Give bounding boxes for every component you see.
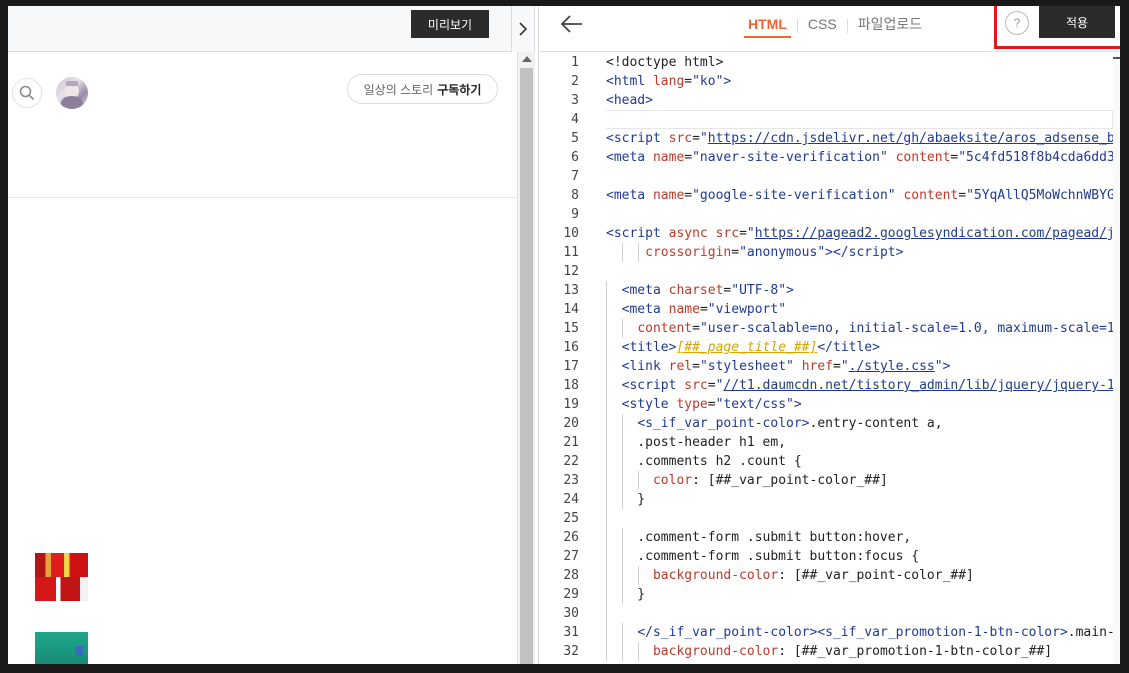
line-number: 24	[563, 492, 579, 507]
subscribe-action-label: 구독하기	[437, 82, 482, 97]
post-thumbnail[interactable]	[35, 553, 88, 601]
code-line: <!doctype html>	[606, 55, 724, 70]
code-line	[606, 509, 1113, 528]
code-line: .post-header h1 em,	[606, 433, 787, 452]
code-line: .comments h2 .count {	[606, 452, 802, 471]
code-line: background-color: [##_var_promotion-1-bt…	[606, 642, 1113, 661]
editor-tabs: HTML CSS 파일업로드	[744, 14, 926, 38]
collapse-preview-button[interactable]	[511, 6, 535, 52]
code-line: <link rel="stylesheet" href="./style.css…	[606, 357, 1113, 376]
line-number: 15	[563, 321, 579, 336]
arrow-left-icon	[560, 15, 582, 33]
line-number: 13	[563, 283, 579, 298]
tab-separator	[796, 19, 798, 33]
code-editor[interactable]: 1 2 3 4 5 6 7 8 9 10 11 12 13 14 15 16 17 18 19 20 21 22 23 24 2…	[539, 53, 1113, 664]
avatar-image	[61, 81, 83, 109]
editor-pane: HTML CSS 파일업로드 ? 적용 1 2 3 4 5 6 7 8 9 10 11 12 13 14 1…	[538, 6, 1120, 664]
code-line: <script src="//t1.daumcdn.net/tistory_ad…	[606, 376, 1113, 395]
search-button[interactable]	[12, 78, 42, 108]
code-line: <meta name="google-site-verification" co…	[606, 188, 1113, 203]
line-number: 11	[563, 245, 579, 260]
preview-toolbar: 미리보기	[8, 6, 517, 52]
line-number: 6	[571, 150, 579, 165]
line-number: 25	[563, 511, 579, 526]
code-line: <head>	[606, 93, 653, 108]
preview-pane: 미리보기 일상의 스토리 구독하기	[8, 6, 517, 664]
code-line: .comment-form .submit button:hover,	[606, 528, 912, 547]
line-number: 22	[563, 454, 579, 469]
line-number: 27	[563, 549, 579, 564]
line-number: 8	[571, 188, 579, 203]
code-line: </s_if_var_point-color><s_if_var_promoti…	[606, 623, 1113, 642]
help-button[interactable]: ?	[1005, 11, 1029, 35]
scrollbar-thumb[interactable]	[520, 68, 533, 664]
line-number: 17	[563, 359, 579, 374]
post-thumbnail[interactable]	[35, 632, 88, 664]
code-line: content="user-scalable=no, initial-scale…	[606, 319, 1113, 338]
code-line: }	[606, 585, 646, 604]
line-number: 7	[571, 169, 579, 184]
line-number: 10	[563, 226, 579, 241]
code-line: <script async src="https://pagead2.googl…	[606, 226, 1113, 241]
line-number: 20	[563, 416, 579, 431]
code-line: <style type="text/css">	[606, 395, 1113, 414]
line-number: 32	[563, 644, 579, 659]
code-line: }	[606, 490, 646, 509]
line-number: 16	[563, 340, 579, 355]
back-button[interactable]	[559, 12, 587, 36]
avatar[interactable]	[56, 77, 88, 109]
subscribe-button[interactable]: 일상의 스토리 구독하기	[347, 74, 498, 104]
code-line: <script src="https://cdn.jsdelivr.net/gh…	[606, 131, 1113, 146]
tab-html[interactable]: HTML	[744, 14, 791, 38]
line-number: 3	[571, 93, 579, 108]
line-number: 2	[571, 74, 579, 89]
code-line: <meta name="naver-site-verification" con…	[606, 150, 1113, 165]
line-number: 5	[571, 131, 579, 146]
subscribe-blog-name: 일상의 스토리	[363, 82, 434, 97]
apply-button[interactable]: 적용	[1039, 6, 1115, 38]
chevron-right-icon	[519, 22, 528, 36]
line-number: 29	[563, 587, 579, 602]
scroll-up-arrow-icon[interactable]	[522, 56, 532, 62]
line-number: 9	[571, 207, 579, 222]
line-number: 19	[563, 397, 579, 412]
app-window: 미리보기 일상의 스토리 구독하기 HTML CSS 파일업로드 ? 적용 1 …	[8, 6, 1120, 664]
editor-scrollbar[interactable]	[1113, 53, 1120, 664]
code-line: color: [##_var_point-color_##]	[606, 471, 1113, 490]
code-lines[interactable]: <!doctype html> <html lang="ko"> <head> …	[606, 53, 1113, 664]
line-number: 4	[571, 112, 579, 127]
preview-scrollbar[interactable]	[517, 52, 535, 664]
line-number: 23	[563, 473, 579, 488]
code-line: <html lang="ko">	[606, 74, 732, 89]
line-number: 1	[571, 55, 579, 70]
line-number: 12	[563, 264, 579, 279]
code-line: .comment-form .submit button:focus {	[606, 547, 920, 566]
code-line	[606, 604, 1113, 623]
line-number: 28	[563, 568, 579, 583]
line-number: 31	[563, 625, 579, 640]
code-line: <s_if_var_point-color>.entry-content a,	[606, 414, 1113, 433]
code-line: <title>[##_page_title_##]</title>	[606, 338, 1113, 357]
line-number-gutter: 1 2 3 4 5 6 7 8 9 10 11 12 13 14 15 16 17 18 19 20 21 22 23 24 2…	[539, 53, 581, 664]
code-line: <meta charset="UTF-8">	[606, 281, 1113, 300]
code-line: crossorigin="anonymous"></script>	[606, 243, 1113, 262]
code-line: <meta name="viewport"	[606, 300, 1113, 319]
line-number: 26	[563, 530, 579, 545]
line-number: 14	[563, 302, 579, 317]
editor-toolbar: HTML CSS 파일업로드 ? 적용	[539, 6, 1120, 52]
code-line-current	[606, 110, 1113, 129]
tab-css[interactable]: CSS	[804, 14, 841, 38]
line-number: 18	[563, 378, 579, 393]
tab-file-upload[interactable]: 파일업로드	[854, 14, 926, 38]
line-number: 21	[563, 435, 579, 450]
divider	[8, 197, 517, 198]
line-number: 30	[563, 606, 579, 621]
code-line: background-color: [##_var_point-color_##…	[606, 566, 1113, 585]
search-icon	[19, 85, 35, 101]
tab-separator	[846, 19, 848, 33]
preview-button[interactable]: 미리보기	[411, 10, 489, 38]
